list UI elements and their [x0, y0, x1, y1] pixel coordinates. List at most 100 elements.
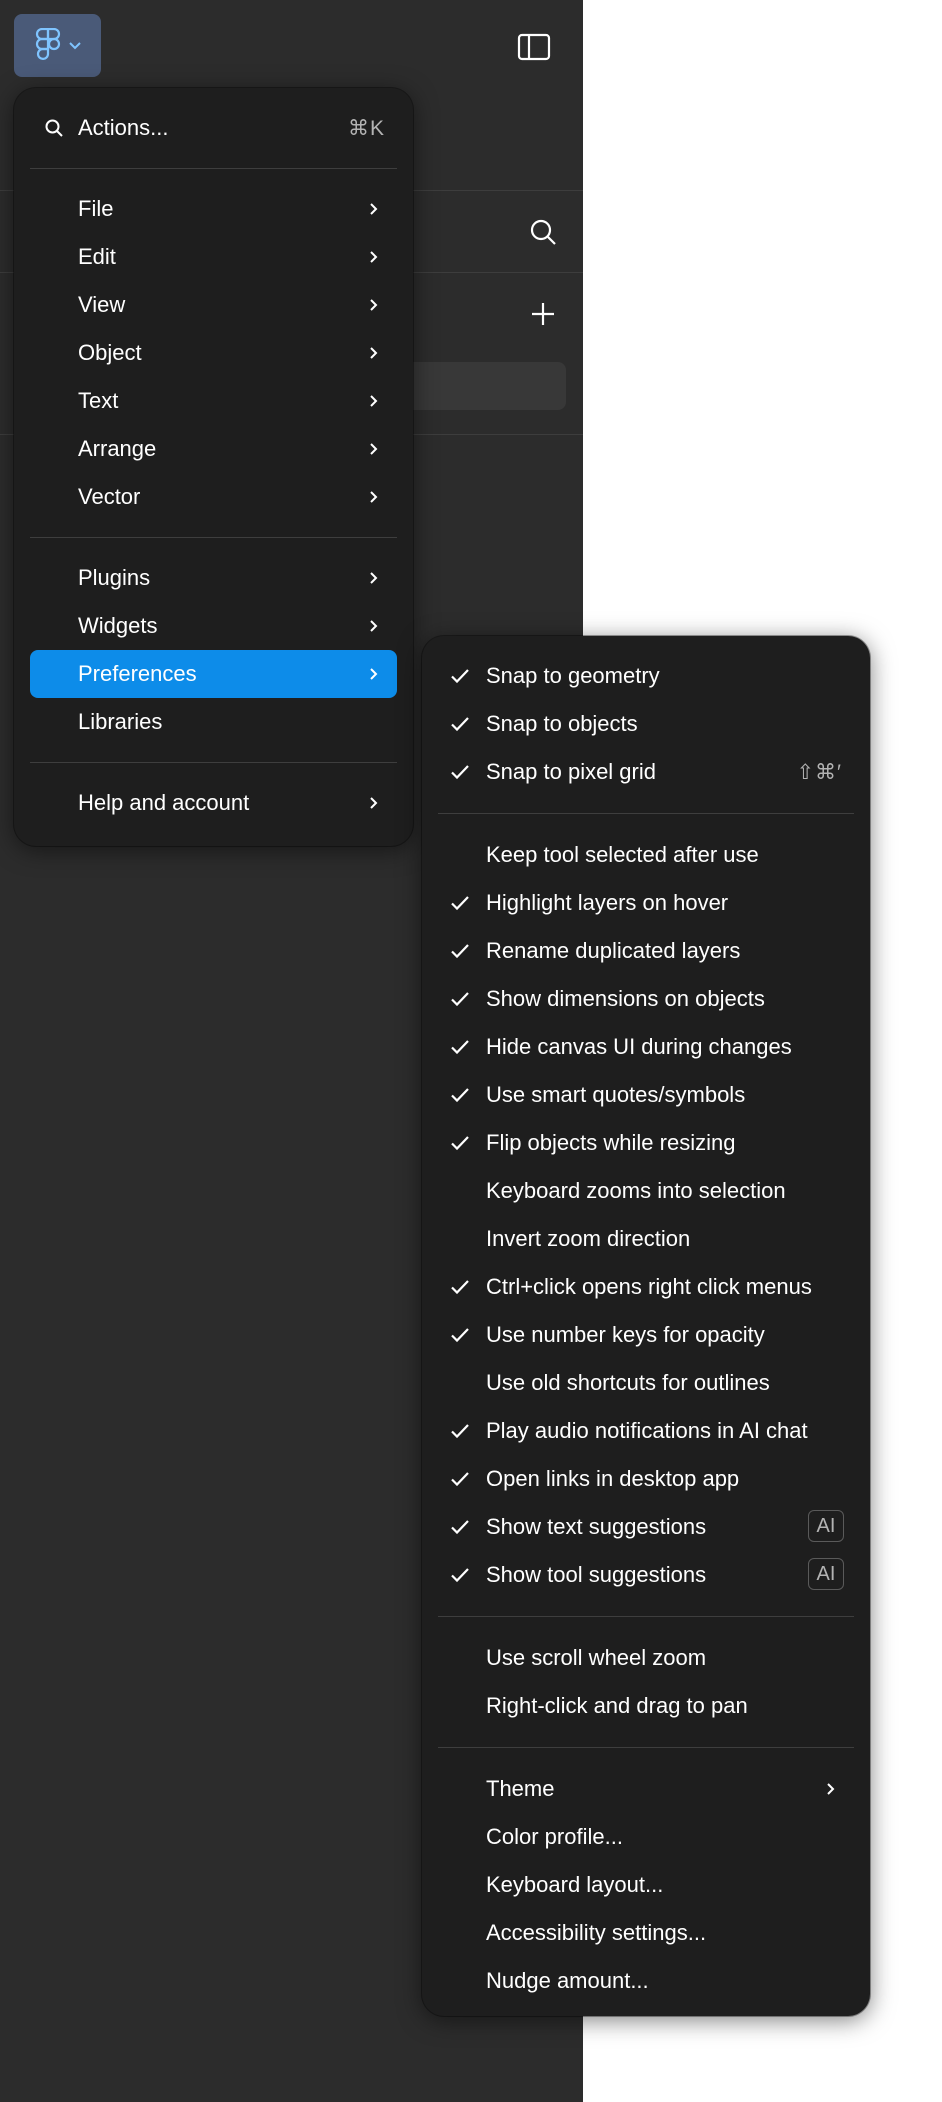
pref-item-use-scroll-wheel-zoom[interactable]: Use scroll wheel zoom [438, 1634, 854, 1682]
menu-separator [438, 1747, 854, 1748]
pref-item-open-links-in-desktop-app[interactable]: Open links in desktop app [438, 1455, 854, 1503]
pref-item-keyboard-zooms-into-selection[interactable]: Keyboard zooms into selection [438, 1167, 854, 1215]
menu-item-libraries[interactable]: Libraries [30, 698, 397, 746]
pref-item-snap-to-objects[interactable]: Snap to objects [438, 700, 854, 748]
menu-item-label: Vector [78, 484, 141, 509]
menu-separator [438, 813, 854, 814]
pref-item-label: Use old shortcuts for outlines [486, 1370, 770, 1395]
pref-item-label: Open links in desktop app [486, 1466, 740, 1491]
menu-item-object[interactable]: Object [30, 329, 397, 377]
pref-item-keyboard-layout[interactable]: Keyboard layout... [438, 1861, 854, 1909]
chevron-right-icon [370, 797, 378, 809]
page-list-item[interactable] [400, 362, 566, 410]
pref-item-play-audio-notifications-in-ai-chat[interactable]: Play audio notifications in AI chat [438, 1407, 854, 1455]
chevron-right-icon [370, 668, 378, 680]
pref-item-label: Flip objects while resizing [486, 1130, 736, 1155]
actions-label: Actions... [78, 115, 169, 140]
pref-item-label: Snap to pixel grid [486, 759, 656, 784]
chevron-right-icon [827, 1783, 835, 1795]
menu-item-label: Preferences [78, 661, 197, 686]
checkmark-icon [451, 1136, 469, 1151]
pref-item-label: Rename duplicated layers [486, 938, 741, 963]
pref-item-use-old-shortcuts-for-outlines[interactable]: Use old shortcuts for outlines [438, 1359, 854, 1407]
pref-item-label: Play audio notifications in AI chat [486, 1418, 808, 1443]
menu-item-arrange[interactable]: Arrange [30, 425, 397, 473]
pref-item-show-dimensions-on-objects[interactable]: Show dimensions on objects [438, 975, 854, 1023]
checkmark-icon [451, 1424, 469, 1439]
main-menu: Actions... ⌘K File Edit View Object Text Arra… [14, 88, 413, 846]
chevron-right-icon [370, 299, 378, 311]
shortcut-label: ⇧⌘′ [796, 760, 842, 784]
menu-item-plugins[interactable]: Plugins [30, 554, 397, 602]
checkmark-icon [451, 1520, 469, 1535]
chevron-right-icon [370, 203, 378, 215]
pref-item-label: Nudge amount... [486, 1968, 649, 1993]
menu-item-preferences[interactable]: Preferences [30, 650, 397, 698]
checkmark-icon [451, 1472, 469, 1487]
menu-item-help-and-account[interactable]: Help and account [30, 779, 397, 827]
menu-item-label: Text [78, 388, 119, 413]
sidebar-toggle-icon[interactable] [515, 28, 553, 66]
pref-item-show-text-suggestions[interactable]: Show text suggestions AI [438, 1503, 854, 1551]
pref-item-label: Highlight layers on hover [486, 890, 729, 915]
pref-item-rename-duplicated-layers[interactable]: Rename duplicated layers [438, 927, 854, 975]
figma-logo-icon [35, 27, 60, 60]
pref-item-flip-objects-while-resizing[interactable]: Flip objects while resizing [438, 1119, 854, 1167]
ai-badge: AI [808, 1558, 844, 1590]
pref-item-nudge-amount[interactable]: Nudge amount... [438, 1957, 854, 2005]
pref-item-label: Use scroll wheel zoom [486, 1645, 707, 1670]
menu-item-edit[interactable]: Edit [30, 233, 397, 281]
ai-badge: AI [808, 1510, 844, 1542]
pref-item-use-number-keys-for-opacity[interactable]: Use number keys for opacity [438, 1311, 854, 1359]
menu-item-label: File [78, 196, 114, 221]
checkmark-icon [451, 717, 469, 732]
chevron-right-icon [370, 443, 378, 455]
pref-item-accessibility-settings[interactable]: Accessibility settings... [438, 1909, 854, 1957]
menu-item-widgets[interactable]: Widgets [30, 602, 397, 650]
checkmark-icon [451, 944, 469, 959]
pref-item-theme[interactable]: Theme [438, 1765, 854, 1813]
menu-item-label: Help and account [78, 790, 250, 815]
plus-icon[interactable] [525, 296, 561, 332]
pref-item-snap-to-geometry[interactable]: Snap to geometry [438, 652, 854, 700]
pref-item-label: Hide canvas UI during changes [486, 1034, 792, 1059]
pref-item-color-profile[interactable]: Color profile... [438, 1813, 854, 1861]
menu-item-label: View [78, 292, 126, 317]
menu-item-vector[interactable]: Vector [30, 473, 397, 521]
pref-item-use-smart-quotes-symbols[interactable]: Use smart quotes/symbols [438, 1071, 854, 1119]
pref-item-ctrl-click-opens-right-click-menus[interactable]: Ctrl+click opens right click menus [438, 1263, 854, 1311]
pref-item-hide-canvas-ui-during-changes[interactable]: Hide canvas UI during changes [438, 1023, 854, 1071]
pref-item-label: Show tool suggestions [486, 1562, 707, 1587]
preferences-submenu: Snap to geometry Snap to objects Snap to p… [422, 636, 870, 2016]
checkmark-icon [451, 1088, 469, 1103]
menu-item-text[interactable]: Text [30, 377, 397, 425]
checkmark-icon [451, 1040, 469, 1055]
checkmark-icon [451, 669, 469, 684]
checkmark-icon [451, 1328, 469, 1343]
pref-item-invert-zoom-direction[interactable]: Invert zoom direction [438, 1215, 854, 1263]
menu-item-label: Plugins [78, 565, 151, 590]
menu-item-label: Widgets [78, 613, 158, 638]
pref-item-highlight-layers-on-hover[interactable]: Highlight layers on hover [438, 879, 854, 927]
menu-item-file[interactable]: File [30, 185, 397, 233]
menu-item-label: Arrange [78, 436, 157, 461]
menu-item-view[interactable]: View [30, 281, 397, 329]
pref-item-label: Invert zoom direction [486, 1226, 691, 1251]
pref-item-label: Theme [486, 1776, 555, 1801]
search-icon [45, 119, 63, 137]
pref-item-label: Accessibility settings... [486, 1920, 707, 1945]
pref-item-keep-tool-selected-after-use[interactable]: Keep tool selected after use [438, 831, 854, 879]
chevron-right-icon [370, 572, 378, 584]
pref-item-label: Show text suggestions [486, 1514, 707, 1539]
menu-separator [30, 762, 397, 763]
pref-item-snap-to-pixel-grid[interactable]: Snap to pixel grid ⇧⌘′ [438, 748, 854, 796]
search-icon[interactable] [525, 214, 561, 250]
menu-item-label: Edit [78, 244, 116, 269]
pref-item-right-click-and-drag-to-pan[interactable]: Right-click and drag to pan [438, 1682, 854, 1730]
main-menu-button[interactable] [14, 14, 101, 77]
pref-item-label: Ctrl+click opens right click menus [486, 1274, 812, 1299]
chevron-right-icon [370, 491, 378, 503]
pref-item-show-tool-suggestions[interactable]: Show tool suggestions AI [438, 1551, 854, 1599]
actions-search-item[interactable]: Actions... ⌘K [30, 104, 397, 152]
pref-item-label: Use smart quotes/symbols [486, 1082, 746, 1107]
